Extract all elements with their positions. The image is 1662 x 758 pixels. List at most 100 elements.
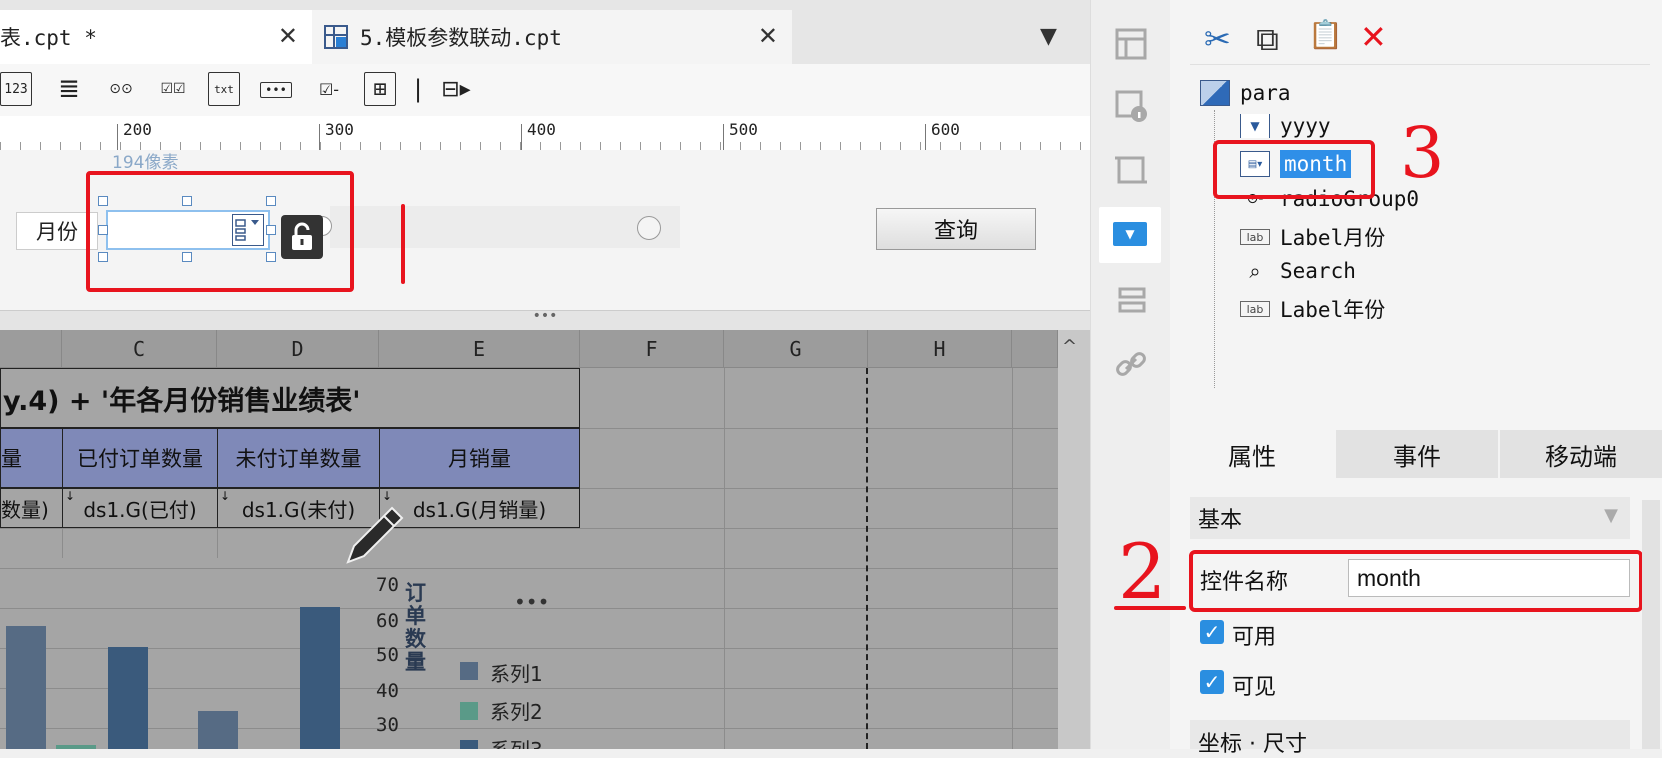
column-header-c[interactable]: C — [62, 330, 217, 368]
more-widgets-icon[interactable]: ⊟▸ — [434, 72, 478, 106]
column-header[interactable] — [0, 330, 62, 368]
visible-checkbox[interactable]: ✓ — [1200, 670, 1224, 694]
cut-icon[interactable]: ✂ — [1204, 20, 1231, 58]
close-icon[interactable]: ✕ — [758, 22, 778, 50]
header-cell-paid[interactable]: 已付订单数量 — [62, 428, 218, 488]
y-tick-label: 50 — [376, 644, 399, 666]
column-header-d[interactable]: D — [217, 330, 379, 368]
chart-bar[interactable] — [300, 607, 340, 749]
grid-line — [217, 528, 218, 558]
tab-current-template[interactable]: 表.cpt * ✕ — [0, 10, 312, 64]
pen-edit-icon — [346, 506, 404, 564]
tree-node-label: Search — [1280, 259, 1356, 283]
link-icon[interactable] — [1113, 346, 1149, 382]
property-scrollbar[interactable] — [1642, 500, 1660, 749]
column-header[interactable] — [1012, 330, 1058, 368]
column-header-h[interactable]: H — [868, 330, 1012, 368]
ruler-label: 400 — [527, 120, 556, 139]
para-pane-icon — [1200, 80, 1230, 106]
tree-node-yyyy[interactable]: ▼ yyyy — [1240, 114, 1331, 138]
tab-properties[interactable]: 属性 — [1170, 430, 1334, 478]
widget-toolbar: 123 ≣ ⊙⊙ ☑☑ txt ••• ☑- ⊞ | ⊟▸ — [0, 64, 1090, 117]
horizontal-ruler: 200 300 400 500 600 — [0, 116, 1090, 151]
grid-line — [0, 568, 1058, 569]
cell-text: ds1.G(月销量) — [412, 497, 547, 522]
expand-down-icon: ↓ — [65, 489, 76, 503]
checkbox-widget-icon[interactable]: ☑- — [312, 72, 346, 106]
ruler-major-tick — [925, 124, 926, 150]
pane-splitter[interactable]: ••• — [0, 309, 1090, 332]
data-cell-monthly-sales[interactable]: ↓ ds1.G(月销量) — [379, 488, 580, 528]
section-basic[interactable]: 基本 ▼ — [1190, 497, 1630, 539]
tree-node-label-month[interactable]: lab Label月份 — [1240, 222, 1385, 252]
enabled-checkbox[interactable]: ✓ — [1200, 620, 1224, 644]
ruler-label: 300 — [325, 120, 354, 139]
ruler-major-tick — [521, 124, 522, 150]
container-icon[interactable] — [1113, 152, 1149, 188]
designer-area: 表.cpt * ✕ 5.模板参数联动.cpt ✕ ▼ 123 ≣ ⊙⊙ ☑☑ t… — [0, 0, 1090, 749]
report-title-cell[interactable]: y.4) + '年各月份销售业绩表' — [0, 368, 580, 428]
legend-label: 系列3 — [490, 734, 543, 749]
grid-line — [62, 528, 63, 558]
vertical-scrollbar[interactable] — [1058, 330, 1090, 749]
tree-node-para[interactable]: para — [1200, 80, 1291, 106]
dropdown-widget-icon: ▼ — [1113, 222, 1147, 246]
legend-swatch — [460, 702, 478, 720]
tab-param-linkage-template[interactable]: 5.模板参数联动.cpt ✕ — [312, 10, 792, 64]
ruler-major-tick — [117, 124, 118, 150]
scroll-up-icon[interactable]: ^ — [1062, 336, 1077, 357]
tree-widget-icon[interactable]: ⊞ — [364, 72, 396, 106]
header-cell-unpaid[interactable]: 未付订单数量 — [217, 428, 380, 488]
chart-bar[interactable] — [198, 711, 238, 749]
data-cell-paid[interactable]: ↓ ds1.G(已付) — [62, 488, 218, 528]
password-widget-icon[interactable]: ••• — [260, 82, 292, 98]
tab-events[interactable]: 事件 — [1336, 430, 1498, 478]
layout-grid-icon[interactable] — [1113, 26, 1149, 62]
section-title: 基本 — [1198, 508, 1243, 533]
ruler-label: 200 — [123, 120, 152, 139]
y-tick-label: 60 — [376, 610, 399, 632]
paste-icon[interactable]: 📋 — [1308, 18, 1343, 51]
tab-mobile[interactable]: 移动端 — [1500, 430, 1662, 478]
tree-node-label: yyyy — [1280, 114, 1331, 138]
column-header-f[interactable]: F — [580, 330, 724, 368]
section-title: 坐标 · 尺寸 — [1198, 732, 1307, 757]
section-coords-size[interactable]: 坐标 · 尺寸 — [1190, 720, 1630, 757]
tree-node-search[interactable]: ⌕ Search — [1240, 258, 1356, 284]
tab-list-menu-icon[interactable]: ▼ — [1040, 24, 1057, 49]
page-break-line — [866, 368, 868, 749]
number-widget-icon[interactable]: 123 — [0, 72, 32, 106]
query-button[interactable]: 查询 — [876, 208, 1036, 250]
tree-node-label-year[interactable]: lab Label年份 — [1240, 294, 1385, 324]
header-cell[interactable]: 量 — [0, 428, 63, 488]
property-tabs: 属性 事件 移动端 — [1170, 430, 1662, 478]
data-cell[interactable]: 数量) — [0, 488, 63, 528]
radio-option-icon[interactable] — [637, 216, 661, 240]
chart-bar[interactable] — [108, 647, 148, 749]
text-widget-icon[interactable]: txt — [208, 72, 240, 106]
chart-more-icon[interactable]: ••• — [514, 590, 549, 614]
delete-icon[interactable]: ✕ — [1360, 18, 1387, 56]
radio-group-widget-icon[interactable]: ⊙⊙ — [104, 72, 138, 106]
cell-text: ds1.G(已付) — [83, 497, 197, 522]
header-cell-monthly-sales[interactable]: 月销量 — [379, 428, 580, 488]
textarea-widget-icon[interactable]: ≣ — [52, 72, 86, 106]
checkbox-group-widget-icon[interactable]: ☑☑ — [156, 72, 190, 106]
grid-line — [1012, 368, 1013, 749]
close-icon[interactable]: ✕ — [278, 22, 298, 50]
chart-bar[interactable] — [56, 745, 96, 749]
toolbar-separator: | — [413, 75, 423, 103]
annotation-mark — [401, 204, 405, 284]
visible-label: 可见 — [1232, 675, 1277, 700]
column-header-g[interactable]: G — [724, 330, 868, 368]
stack-icon[interactable] — [1113, 282, 1149, 318]
y-tick-label: 40 — [376, 680, 399, 702]
radio-group-widget[interactable] — [330, 206, 680, 248]
chart-bar[interactable] — [6, 626, 46, 749]
side-icon-column: ▼ — [1090, 0, 1171, 749]
column-header-e[interactable]: E — [379, 330, 580, 368]
copy-icon[interactable]: ⧉ — [1256, 20, 1279, 59]
tree-node-label: Label月份 — [1280, 226, 1386, 250]
form-info-icon[interactable] — [1113, 88, 1149, 124]
annotation-number-two: 2 — [1118, 527, 1167, 616]
